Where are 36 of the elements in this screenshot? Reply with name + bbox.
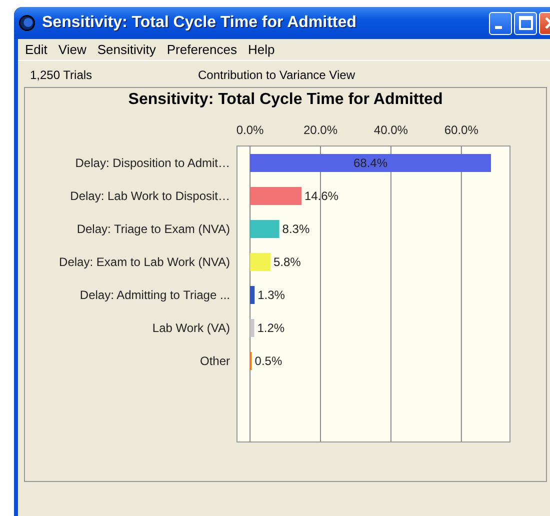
bar (250, 286, 255, 304)
value-label: 68.4% (354, 156, 388, 170)
value-label: 0.5% (254, 354, 282, 368)
minimize-button[interactable] (489, 12, 512, 34)
tick-label: 20.0% (303, 123, 338, 137)
window-title: Sensitivity: Total Cycle Time for Admitted (42, 14, 358, 32)
menu-item[interactable]: Sensitivity (92, 42, 162, 57)
minimize-icon (494, 26, 502, 28)
bar (250, 253, 270, 271)
trials-count: 1,250 Trials (30, 68, 94, 82)
chart-title: Sensitivity: Total Cycle Time for Admitted (127, 90, 444, 109)
bar (250, 319, 254, 337)
tick-label: 60.0% (444, 123, 478, 137)
value-label: 8.3% (282, 222, 310, 236)
category-label: Delay: Lab Work to Disposit… (70, 189, 230, 203)
tick-label: 40.0% (374, 123, 408, 137)
value-label: 1.3% (258, 288, 285, 302)
view-name: Contribution to Variance View (198, 68, 355, 82)
bar (250, 187, 302, 205)
menu-item[interactable]: View (53, 42, 92, 57)
value-label: 5.8% (273, 255, 301, 269)
maximize-button[interactable] (514, 12, 537, 34)
category-label: Delay: Admitting to Triage ... (80, 288, 230, 302)
bar (250, 220, 280, 238)
category-label: Lab Work (VA) (152, 321, 230, 335)
category-label: Delay: Disposition to Admit… (75, 156, 230, 170)
ring-icon (18, 14, 36, 32)
category-label: Other (200, 354, 230, 368)
menu-item[interactable]: Help (242, 42, 281, 57)
menu-item[interactable]: Edit (20, 42, 54, 57)
value-label: 14.6% (304, 189, 338, 203)
category-label: Delay: Exam to Lab Work (NVA) (59, 255, 230, 269)
tick-label: 0.0% (236, 123, 264, 137)
value-label: 1.2% (257, 321, 285, 335)
menu-item[interactable]: Preferences (162, 42, 243, 57)
category-label: Delay: Triage to Exam (NVA) (76, 222, 230, 236)
